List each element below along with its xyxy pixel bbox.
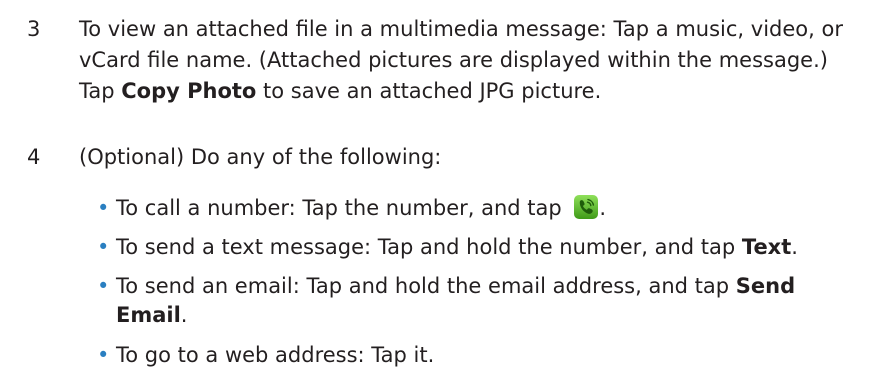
- sms-text: To send a text message: Tap and hold the…: [116, 235, 742, 259]
- email-text: To send an email: Tap and hold the email…: [116, 274, 736, 298]
- bullet-icon: •: [97, 196, 110, 220]
- sms-end: .: [791, 235, 798, 259]
- text-label: Text: [741, 235, 792, 259]
- call-text: To call a number: Tap the number, and ta…: [116, 196, 569, 220]
- options-list: • To call a number: Tap the number, and t…: [97, 194, 867, 380]
- bullet-icon: •: [97, 235, 110, 259]
- list-item-call: • To call a number: Tap the number, and t…: [97, 194, 867, 223]
- step-text: To view an attached file in a multimedia…: [79, 14, 859, 107]
- call-end: .: [599, 196, 607, 220]
- step-number: 3: [27, 17, 41, 41]
- bullet-icon: •: [97, 274, 110, 298]
- web-text: To go to a web address: Tap it.: [116, 343, 435, 367]
- step-text: (Optional) Do any of the following:: [79, 145, 442, 169]
- step-number: 4: [27, 145, 41, 169]
- copy-photo-label: Copy Photo: [121, 79, 257, 103]
- list-item-email: • To send an email: Tap and hold the emai…: [97, 272, 867, 330]
- email-end: .: [180, 303, 188, 327]
- phone-call-icon: [573, 194, 599, 220]
- step-3-text-after: to save an attached JPG picture.: [256, 79, 602, 103]
- list-item-web: • To go to a web address: Tap it.: [97, 341, 867, 370]
- list-item-sms: • To send a text message: Tap and hold th…: [97, 233, 867, 262]
- bullet-icon: •: [97, 343, 110, 367]
